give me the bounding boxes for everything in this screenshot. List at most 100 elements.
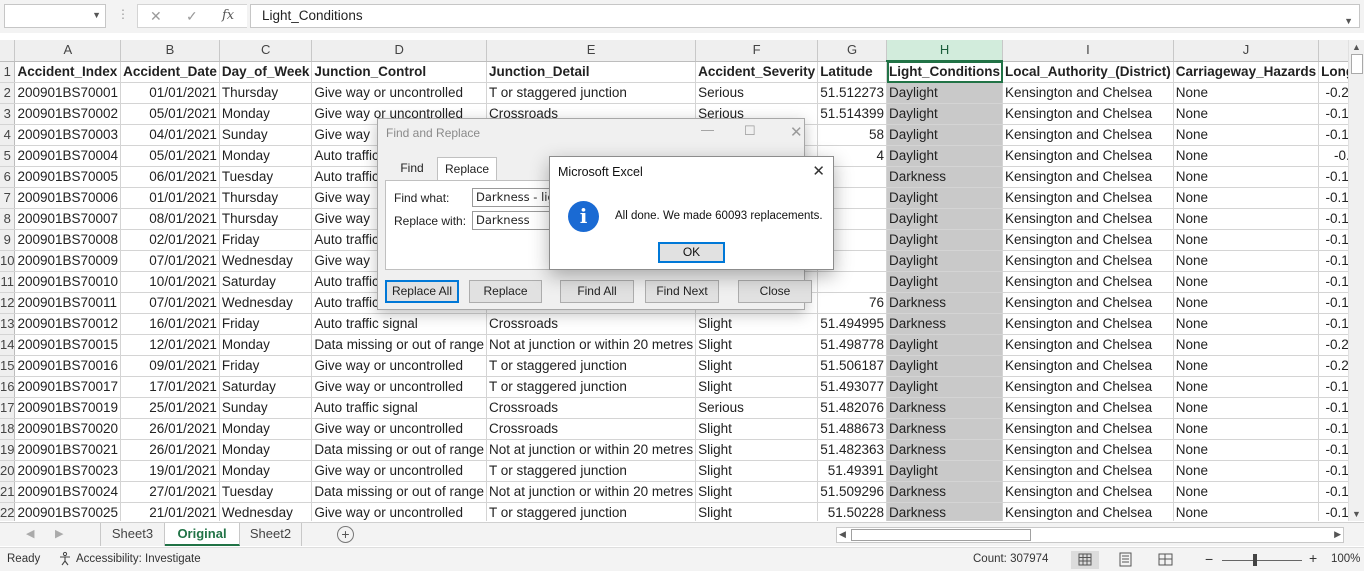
- cell[interactable]: 51.488673: [817, 418, 888, 440]
- zoom-slider[interactable]: [1222, 560, 1302, 561]
- row-header[interactable]: 11: [0, 271, 16, 293]
- cell[interactable]: Wednesday: [219, 292, 313, 314]
- cell[interactable]: 76: [817, 292, 888, 314]
- cell[interactable]: Thursday: [219, 82, 313, 104]
- zoom-in-icon[interactable]: +: [1309, 550, 1317, 566]
- column-header-e[interactable]: E: [486, 40, 697, 62]
- cell[interactable]: Kensington and Chelsea: [1002, 229, 1174, 251]
- cell[interactable]: -0.176861: [1318, 460, 1348, 482]
- cell[interactable]: 51.512273: [817, 82, 888, 104]
- scroll-down-icon[interactable]: ▼: [1352, 509, 1361, 519]
- sheet-tab-sheet3[interactable]: Sheet3: [100, 523, 165, 546]
- column-header-i[interactable]: I: [1002, 40, 1174, 62]
- cell[interactable]: 21/01/2021: [120, 502, 220, 521]
- column-title-cell[interactable]: Local_Authority_(District): [1002, 61, 1174, 83]
- row-header[interactable]: 14: [0, 334, 16, 356]
- cell[interactable]: Data missing or out of range: [311, 334, 488, 356]
- cell[interactable]: Tuesday: [219, 166, 313, 188]
- cell[interactable]: Darkness: [886, 481, 1003, 503]
- cell[interactable]: 09/01/2021: [120, 355, 220, 377]
- cell[interactable]: 16/01/2021: [120, 313, 220, 335]
- row-header[interactable]: 15: [0, 355, 16, 377]
- cell[interactable]: 200901BS70017: [14, 376, 122, 398]
- cell[interactable]: Darkness: [886, 418, 1003, 440]
- column-header-a[interactable]: A: [14, 40, 122, 62]
- cell[interactable]: T or staggered junction: [486, 355, 697, 377]
- cell[interactable]: None: [1173, 250, 1320, 272]
- cell[interactable]: 02/01/2021: [120, 229, 220, 251]
- cell[interactable]: Kensington and Chelsea: [1002, 187, 1174, 209]
- cell[interactable]: -0.173445: [1318, 166, 1348, 188]
- cell[interactable]: 200901BS70011: [14, 292, 122, 314]
- cell[interactable]: Daylight: [886, 271, 1003, 293]
- row-header[interactable]: 5: [0, 145, 16, 167]
- column-header-f[interactable]: F: [695, 40, 819, 62]
- column-header-h[interactable]: H: [886, 40, 1003, 62]
- find-what-input[interactable]: Darkness - lights lit: [472, 188, 552, 207]
- ok-button[interactable]: OK: [658, 242, 725, 263]
- cell[interactable]: Kensington and Chelsea: [1002, 334, 1174, 356]
- cell[interactable]: Daylight: [886, 229, 1003, 251]
- cell[interactable]: None: [1173, 355, 1320, 377]
- cell[interactable]: Give way or uncontrolled: [311, 376, 488, 398]
- row-header[interactable]: 10: [0, 250, 16, 272]
- cell[interactable]: 51.506187: [817, 355, 888, 377]
- tab-replace[interactable]: Replace: [437, 157, 497, 181]
- cell[interactable]: -0.199248: [1318, 103, 1348, 125]
- cell[interactable]: Slight: [695, 460, 819, 482]
- cell[interactable]: 12/01/2021: [120, 334, 220, 356]
- cell[interactable]: Sunday: [219, 397, 313, 419]
- cell[interactable]: 19/01/2021: [120, 460, 220, 482]
- row-header[interactable]: 19: [0, 439, 16, 461]
- cell[interactable]: -0.178524: [1318, 229, 1348, 251]
- cell[interactable]: Daylight: [886, 376, 1003, 398]
- replace-all-button[interactable]: Replace All: [385, 280, 459, 303]
- row-header[interactable]: 8: [0, 208, 16, 230]
- cell[interactable]: Monday: [219, 103, 313, 125]
- cell[interactable]: Darkness: [886, 439, 1003, 461]
- cell[interactable]: None: [1173, 103, 1320, 125]
- cell[interactable]: 200901BS70002: [14, 103, 122, 125]
- cell[interactable]: 51.514399: [817, 103, 888, 125]
- replace-with-input[interactable]: Darkness: [472, 211, 552, 230]
- cell[interactable]: Crossroads: [486, 397, 697, 419]
- scroll-left-icon[interactable]: ◀: [839, 529, 846, 540]
- cell[interactable]: 200901BS70001: [14, 82, 122, 104]
- cell[interactable]: Data missing or out of range: [311, 439, 488, 461]
- cell[interactable]: Darkness: [886, 292, 1003, 314]
- replace-button[interactable]: Replace: [469, 280, 542, 303]
- row-header[interactable]: 9: [0, 229, 16, 251]
- cell[interactable]: 01/01/2021: [120, 187, 220, 209]
- cell[interactable]: -0.209082: [1318, 355, 1348, 377]
- cell[interactable]: 10/01/2021: [120, 271, 220, 293]
- cell[interactable]: 58: [817, 124, 888, 146]
- zoom-slider-thumb[interactable]: [1253, 554, 1257, 566]
- cell[interactable]: Serious: [695, 82, 819, 104]
- column-header-k[interactable]: K: [1318, 40, 1348, 62]
- cell[interactable]: 01/01/2021: [120, 82, 220, 104]
- maximize-icon[interactable]: ☐: [744, 123, 756, 139]
- cell[interactable]: T or staggered junction: [486, 82, 697, 104]
- cell[interactable]: Darkness: [886, 502, 1003, 521]
- cell[interactable]: Daylight: [886, 250, 1003, 272]
- cell[interactable]: -0.201349: [1318, 82, 1348, 104]
- cell[interactable]: 51.493077: [817, 376, 888, 398]
- cell[interactable]: 200901BS70024: [14, 481, 122, 503]
- cell[interactable]: 05/01/2021: [120, 103, 220, 125]
- cell[interactable]: Saturday: [219, 271, 313, 293]
- row-header[interactable]: 17: [0, 397, 16, 419]
- cell[interactable]: T or staggered junction: [486, 376, 697, 398]
- cell[interactable]: Friday: [219, 355, 313, 377]
- cell[interactable]: -0.194837: [1318, 481, 1348, 503]
- cell[interactable]: 200901BS70006: [14, 187, 122, 209]
- tab-find[interactable]: Find: [390, 157, 434, 181]
- cell[interactable]: 07/01/2021: [120, 292, 220, 314]
- cell[interactable]: 200901BS70015: [14, 334, 122, 356]
- cell[interactable]: 200901BS70021: [14, 439, 122, 461]
- cell[interactable]: Crossroads: [486, 418, 697, 440]
- cell[interactable]: [817, 271, 888, 293]
- cell[interactable]: Slight: [695, 418, 819, 440]
- cell[interactable]: Kensington and Chelsea: [1002, 355, 1174, 377]
- count-status[interactable]: Count: 307974: [973, 553, 1048, 565]
- cell[interactable]: Slight: [695, 502, 819, 521]
